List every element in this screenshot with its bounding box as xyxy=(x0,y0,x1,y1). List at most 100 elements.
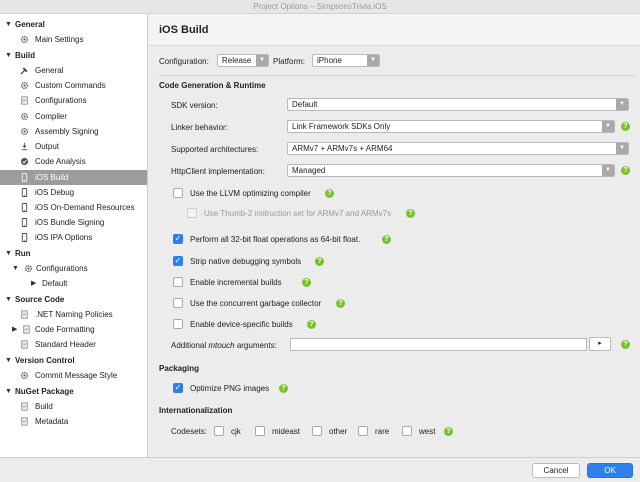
chevron-down-icon: ▼ xyxy=(602,121,614,132)
chevron-down-icon[interactable]: ▼ xyxy=(5,384,12,399)
panel-header: iOS Build xyxy=(149,14,640,46)
help-icon[interactable]: ? xyxy=(325,189,334,198)
chevron-right-icon[interactable]: ▶ xyxy=(12,322,17,337)
httpclient-select[interactable]: Managed ▼ xyxy=(287,164,615,177)
gear-icon xyxy=(20,127,29,136)
llvm-label: Use the LLVM optimizing compiler xyxy=(190,189,311,198)
chevron-right-icon[interactable]: ▶ xyxy=(31,276,36,291)
platform-select[interactable]: iPhone ▼ xyxy=(312,54,380,67)
float-64bit-label: Perform all 32-bit float operations as 6… xyxy=(190,235,361,244)
sidebar-item-ios-build[interactable]: iOS Build xyxy=(0,170,147,185)
chevron-down-icon[interactable]: ▼ xyxy=(5,353,12,368)
linker-behavior-select[interactable]: Link Framework SDKs Only ▼ xyxy=(287,120,615,133)
sidebar-item-code-analysis[interactable]: Code Analysis xyxy=(0,154,147,169)
device-specific-builds-checkbox[interactable] xyxy=(173,319,183,329)
chevron-down-icon: ▼ xyxy=(256,55,268,66)
section-code-generation: Code Generation & Runtime xyxy=(159,81,266,90)
document-icon xyxy=(21,340,28,349)
sidebar-item-default[interactable]: ▶ Default xyxy=(0,276,147,291)
help-icon[interactable]: ? xyxy=(444,427,453,436)
sidebar-item-ios-debug[interactable]: iOS Debug xyxy=(0,185,147,200)
codeset-mideast-checkbox[interactable] xyxy=(255,426,265,436)
help-icon[interactable]: ? xyxy=(307,320,316,329)
sdk-version-label: SDK version: xyxy=(171,101,218,110)
configuration-select[interactable]: Release ▼ xyxy=(217,54,269,67)
device-icon xyxy=(21,188,28,197)
chevron-down-icon[interactable]: ▼ xyxy=(5,246,12,261)
options-sidebar[interactable]: ▼ General Main Settings ▼ Build General … xyxy=(0,14,148,457)
sidebar-item-custom-commands[interactable]: Custom Commands xyxy=(0,78,147,93)
help-icon[interactable]: ? xyxy=(302,278,311,287)
gear-icon xyxy=(20,112,29,121)
optimize-png-checkbox[interactable]: ✓ xyxy=(173,383,183,393)
chevron-down-icon: ▼ xyxy=(367,55,379,66)
codeset-cjk-checkbox[interactable] xyxy=(214,426,224,436)
mtouch-arguments-input[interactable] xyxy=(290,338,587,351)
thumb2-label: Use Thumb-2 instruction set for ARMv7 an… xyxy=(204,209,392,218)
chevron-down-icon[interactable]: ▼ xyxy=(5,17,12,32)
sidebar-category-source-code[interactable]: ▼ Source Code xyxy=(0,292,147,307)
thumb2-checkbox[interactable] xyxy=(187,208,197,218)
help-icon[interactable]: ? xyxy=(621,166,630,175)
incremental-builds-label: Enable incremental builds xyxy=(190,278,282,287)
sidebar-item-compiler[interactable]: Compiler xyxy=(0,109,147,124)
optimize-png-label: Optimize PNG images xyxy=(190,384,270,393)
document-icon xyxy=(21,96,28,105)
sidebar-item-metadata[interactable]: Metadata xyxy=(0,414,147,429)
sdk-version-select[interactable]: Default ▼ xyxy=(287,98,629,111)
sidebar-item-nuget-build[interactable]: Build xyxy=(0,399,147,414)
sidebar-item-run-configurations[interactable]: ▼ Configurations xyxy=(0,261,147,276)
codeset-other-checkbox[interactable] xyxy=(312,426,322,436)
concurrent-gc-checkbox[interactable] xyxy=(173,298,183,308)
sidebar-item-general[interactable]: General xyxy=(0,63,147,78)
sidebar-item-ios-bundle-signing[interactable]: iOS Bundle Signing xyxy=(0,215,147,230)
chevron-down-icon[interactable]: ▼ xyxy=(5,48,12,63)
incremental-builds-checkbox[interactable] xyxy=(173,277,183,287)
sidebar-item-standard-header[interactable]: Standard Header xyxy=(0,337,147,352)
help-icon[interactable]: ? xyxy=(382,235,391,244)
divider xyxy=(159,75,635,76)
ok-button[interactable]: OK xyxy=(587,463,633,478)
help-icon[interactable]: ? xyxy=(621,122,630,131)
sidebar-category-version-control[interactable]: ▼ Version Control xyxy=(0,353,147,368)
architectures-select[interactable]: ARMv7 + ARMv7s + ARM64 ▼ xyxy=(287,142,629,155)
hammer-icon xyxy=(20,67,28,75)
document-icon xyxy=(21,402,28,411)
help-icon[interactable]: ? xyxy=(315,257,324,266)
help-icon[interactable]: ? xyxy=(621,340,630,349)
sidebar-item-ios-on-demand-resources[interactable]: iOS On-Demand Resources xyxy=(0,200,147,215)
cancel-button[interactable]: Cancel xyxy=(532,463,580,478)
sidebar-item-assembly-signing[interactable]: Assembly Signing xyxy=(0,124,147,139)
httpclient-label: HttpClient implementation: xyxy=(171,167,265,176)
sidebar-item-output[interactable]: Output xyxy=(0,139,147,154)
sidebar-item-ios-ipa-options[interactable]: iOS IPA Options xyxy=(0,230,147,245)
device-icon xyxy=(21,218,28,227)
sidebar-category-run[interactable]: ▼ Run xyxy=(0,246,147,261)
help-icon[interactable]: ? xyxy=(406,209,415,218)
linker-behavior-label: Linker behavior: xyxy=(171,123,228,132)
codeset-west-checkbox[interactable] xyxy=(402,426,412,436)
sidebar-category-nuget-package[interactable]: ▼ NuGet Package xyxy=(0,384,147,399)
strip-symbols-checkbox[interactable]: ✓ xyxy=(173,256,183,266)
sidebar-item-main-settings[interactable]: Main Settings xyxy=(0,32,147,47)
sidebar-item-commit-message-style[interactable]: Commit Message Style xyxy=(0,368,147,383)
mtouch-insert-button[interactable]: ▸ xyxy=(589,337,611,351)
sidebar-category-build[interactable]: ▼ Build xyxy=(0,48,147,63)
sidebar-item-configurations[interactable]: Configurations xyxy=(0,93,147,108)
sidebar-item-naming-policies[interactable]: .NET Naming Policies xyxy=(0,307,147,322)
float-64bit-checkbox[interactable]: ✓ xyxy=(173,234,183,244)
codeset-other-label: other xyxy=(329,427,348,436)
options-panel: iOS Build Configuration: Release ▼ Platf… xyxy=(149,14,640,457)
chevron-down-icon[interactable]: ▼ xyxy=(5,292,12,307)
mtouch-arguments-label: Additional mtouch arguments: xyxy=(171,341,277,350)
help-icon[interactable]: ? xyxy=(336,299,345,308)
codeset-rare-checkbox[interactable] xyxy=(358,426,368,436)
chevron-down-icon: ▼ xyxy=(602,165,614,176)
llvm-checkbox[interactable] xyxy=(173,188,183,198)
help-icon[interactable]: ? xyxy=(279,384,288,393)
chevron-down-icon[interactable]: ▼ xyxy=(12,261,19,276)
sidebar-item-code-formatting[interactable]: ▶ Code Formatting xyxy=(0,322,147,337)
sidebar-category-general[interactable]: ▼ General xyxy=(0,17,147,32)
codeset-cjk-label: cjk xyxy=(231,427,241,436)
section-packaging: Packaging xyxy=(159,364,200,373)
